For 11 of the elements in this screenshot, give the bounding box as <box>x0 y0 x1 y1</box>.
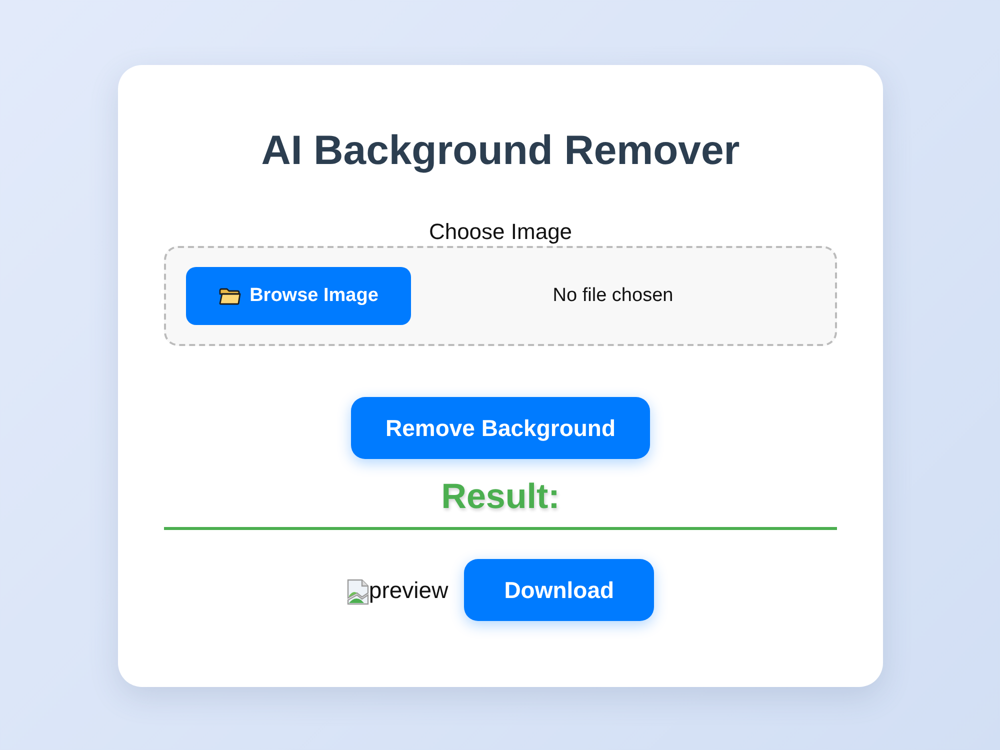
remove-background-button[interactable]: Remove Background <box>351 397 650 459</box>
choose-image-label: Choose Image <box>428 219 572 245</box>
app-title: AI Background Remover <box>261 126 740 174</box>
file-input-field[interactable]: Browse Image No file chosen <box>164 246 837 346</box>
image-alt-text: preview <box>368 577 448 603</box>
file-status-text: No file chosen <box>552 285 674 307</box>
browse-image-button[interactable]: Browse Image <box>186 267 411 325</box>
broken-image-icon <box>346 579 369 605</box>
result-heading: Result: <box>441 477 560 517</box>
download-button[interactable]: Download <box>464 559 654 621</box>
folder-icon <box>218 288 241 304</box>
